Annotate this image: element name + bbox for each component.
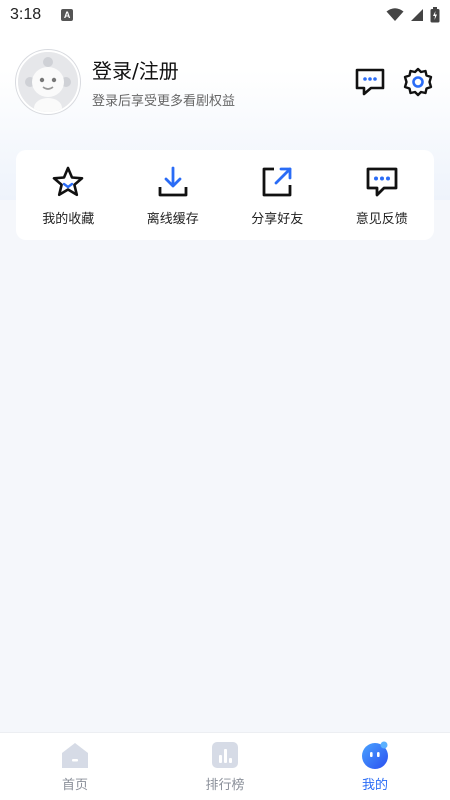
- share-friends-label: 分享好友: [251, 211, 304, 227]
- share-friends-button[interactable]: 分享好友: [227, 164, 327, 227]
- login-subtitle: 登录后享受更多看剧权益: [92, 94, 236, 109]
- status-time: 3:18: [10, 6, 42, 23]
- tab-home-label: 首页: [61, 778, 88, 793]
- header-actions: [354, 66, 436, 98]
- battery-icon: [430, 7, 440, 23]
- bottom-tab-bar: 首页 排行榜 我的: [0, 732, 450, 800]
- tab-home[interactable]: 首页: [25, 740, 125, 793]
- feedback-label: 意见反馈: [355, 211, 408, 227]
- feedback-icon: [364, 164, 400, 200]
- avatar-mascot-icon: [18, 52, 78, 112]
- profile-icon: [360, 740, 390, 770]
- download-icon: [155, 164, 191, 200]
- notification-icon: A: [61, 9, 74, 21]
- favorites-label: 我的收藏: [42, 211, 95, 227]
- gear-icon: [403, 67, 433, 97]
- login-register-link[interactable]: 登录/注册: [92, 55, 235, 84]
- tab-ranking-label: 排行榜: [205, 778, 245, 793]
- settings-button[interactable]: [402, 66, 434, 98]
- message-icon: [355, 68, 385, 96]
- status-bar: 3:18 A: [0, 0, 450, 30]
- tab-mine-label: 我的: [361, 778, 388, 793]
- quick-actions-card: 我的收藏 离线缓存 分享好友 意见反馈: [16, 150, 434, 240]
- signal-icon: [411, 9, 423, 21]
- star-icon: [50, 164, 86, 200]
- feedback-button[interactable]: 意见反馈: [332, 164, 432, 227]
- wifi-icon: [386, 8, 404, 21]
- message-button[interactable]: [354, 66, 386, 98]
- home-icon: [60, 740, 90, 770]
- status-icons: [386, 7, 440, 23]
- offline-cache-label: 离线缓存: [146, 211, 199, 227]
- profile-header: 登录/注册 登录后享受更多看剧权益: [16, 50, 436, 114]
- tab-ranking[interactable]: 排行榜: [175, 740, 275, 793]
- share-icon: [259, 164, 295, 200]
- offline-cache-button[interactable]: 离线缓存: [123, 164, 223, 227]
- profile-text[interactable]: 登录/注册 登录后享受更多看剧权益: [92, 55, 235, 109]
- favorites-button[interactable]: 我的收藏: [18, 164, 118, 227]
- tab-mine[interactable]: 我的: [325, 740, 425, 793]
- avatar[interactable]: [16, 50, 80, 114]
- chart-icon: [210, 740, 240, 770]
